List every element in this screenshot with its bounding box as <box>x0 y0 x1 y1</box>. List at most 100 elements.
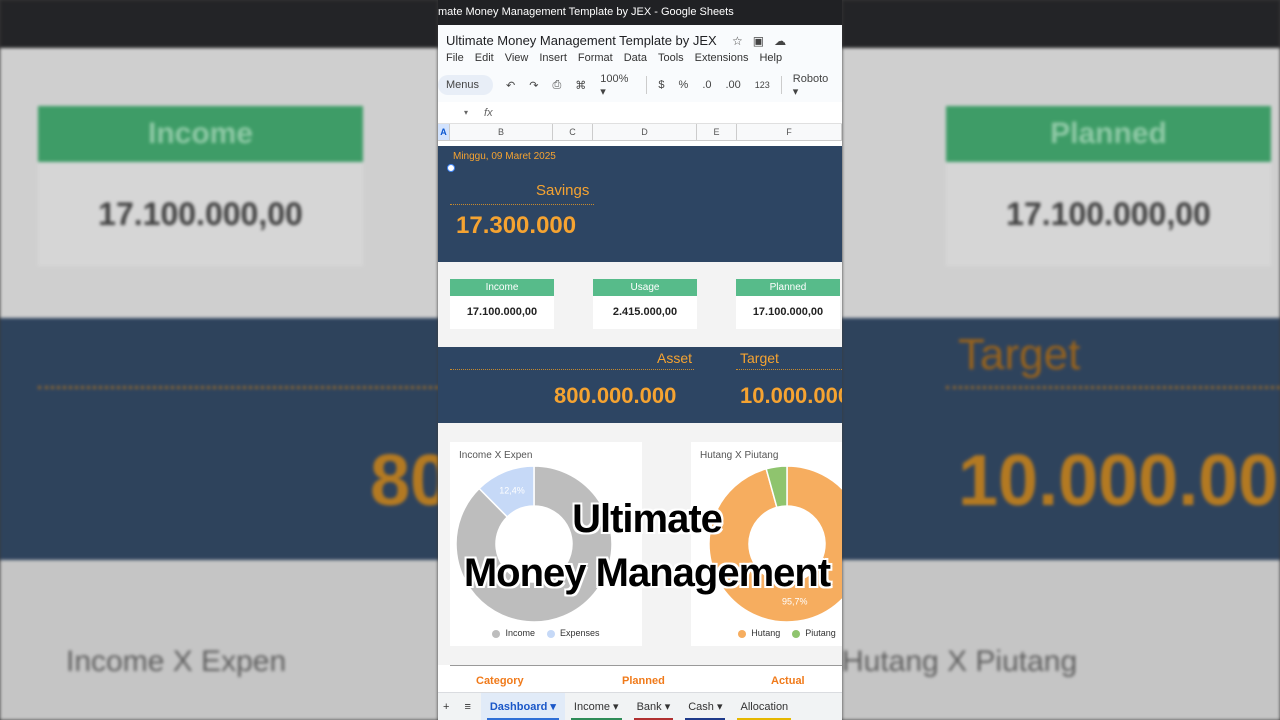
tab-bank[interactable]: Bank ▾ <box>628 693 680 720</box>
more-formats-button[interactable]: 123 <box>748 80 777 90</box>
sheet-tab-bar: + ≡ Dashboard ▾ Income ▾ Bank ▾ Cash ▾ A… <box>438 692 842 720</box>
legend-item: Expenses <box>546 628 600 638</box>
summary-cards: Income 17.100.000,00 Usage 2.415.000,00 … <box>438 262 842 347</box>
all-sheets-icon[interactable]: ≡ <box>454 693 480 720</box>
font-select[interactable]: Roboto ▾ <box>786 73 842 98</box>
bg-chart-label-left: Income X Expen <box>66 645 287 678</box>
legend-item: Income <box>492 628 535 638</box>
bg-income-value: 17.100.000,00 <box>38 162 363 266</box>
tab-dashboard[interactable]: Dashboard ▾ <box>480 692 565 720</box>
bg-planned-header: Planned <box>946 106 1271 162</box>
legend-item: Piutang <box>792 628 836 638</box>
print-icon[interactable]: ⎙ <box>545 79 568 92</box>
decrease-decimal-button[interactable]: .0 <box>695 79 718 91</box>
target-label: Target <box>740 350 779 366</box>
usage-card: Usage 2.415.000,00 <box>593 279 697 329</box>
toolbar: Menus ↶ ↷ ⎙ ⌘ 100% ▾ $ % .0 .00 123 Robo… <box>438 68 842 102</box>
usage-card-label: Usage <box>593 279 697 296</box>
menu-edit[interactable]: Edit <box>475 52 494 64</box>
header-actual: Actual <box>771 675 805 687</box>
col-header-a[interactable]: A <box>438 124 450 140</box>
cloud-icon[interactable]: ☁ <box>774 34 786 48</box>
zoom-value: 100% <box>600 72 629 85</box>
bg-asset-partial: 80 <box>370 441 438 521</box>
background-left-panel: Income 17.100.000,00 80 Income X Expen <box>0 0 438 720</box>
planned-card-label: Planned <box>736 279 840 296</box>
background-right-panel: Planned 17.100.000,00 Target 10.000.00 H… <box>842 0 1280 720</box>
header-planned: Planned <box>622 675 665 687</box>
chart-legend: Income Expenses <box>450 628 642 638</box>
asset-target-section: Asset 800.000.000 Target 10.000.000 <box>438 347 842 423</box>
legend-label: Hutang <box>751 628 781 638</box>
star-icon[interactable]: ☆ <box>732 34 743 48</box>
menu-data[interactable]: Data <box>624 52 647 64</box>
font-value: Roboto <box>792 72 829 85</box>
menu-file[interactable]: File <box>446 52 464 64</box>
column-headers: A B C D E F <box>438 124 842 141</box>
tab-label: Allocation <box>740 700 789 713</box>
percent-button[interactable]: % <box>672 79 696 91</box>
tab-label: Dashboard <box>489 700 548 713</box>
tab-income[interactable]: Income ▾ <box>565 693 628 720</box>
tab-cash[interactable]: Cash ▾ <box>679 693 731 720</box>
col-header-b[interactable]: B <box>450 124 553 140</box>
col-header-d[interactable]: D <box>593 124 697 140</box>
legend-item: Hutang <box>738 628 780 638</box>
fx-icon: fx <box>484 106 493 119</box>
asset-value: 800.000.000 <box>554 383 677 408</box>
legend-label: Income <box>505 628 535 638</box>
menu-extensions[interactable]: Extensions <box>695 52 749 64</box>
savings-value: 17.300.000 <box>456 212 577 239</box>
tab-label: Cash <box>688 700 714 713</box>
sheets-window: mate Money Management Template by JEX - … <box>438 0 842 720</box>
window-titlebar: mate Money Management Template by JEX - … <box>438 0 842 25</box>
category-table-header: Category Planned Actual <box>438 665 842 689</box>
caption-line-1: Ultimate <box>572 497 723 541</box>
col-header-f[interactable]: F <box>737 124 842 140</box>
menu-help[interactable]: Help <box>759 52 782 64</box>
tab-label: Bank <box>636 700 662 713</box>
menus-search-button[interactable]: Menus <box>438 75 494 95</box>
menu-bar: File Edit View Insert Format Data Tools … <box>446 52 842 64</box>
chart-legend: Hutang Piutang <box>691 628 842 638</box>
income-card-value: 17.100.000,00 <box>466 306 538 318</box>
menu-tools[interactable]: Tools <box>658 52 684 64</box>
legend-label: Piutang <box>805 628 836 638</box>
menu-view[interactable]: View <box>505 52 529 64</box>
paint-format-icon[interactable]: ⌘ <box>568 79 593 92</box>
date-label: Minggu, 09 Maret 2025 <box>453 151 556 162</box>
redo-icon[interactable]: ↷ <box>522 79 545 92</box>
tab-allocation[interactable]: Allocation <box>731 693 797 720</box>
menu-insert[interactable]: Insert <box>539 52 567 64</box>
bg-income-header: Income <box>38 106 363 162</box>
caption-line-2: Money Management <box>463 551 831 595</box>
currency-button[interactable]: $ <box>651 79 671 91</box>
video-caption-overlay: Ultimate Money Management <box>438 492 856 600</box>
cell-selection-handle[interactable] <box>447 164 455 172</box>
income-card: Income 17.100.000,00 <box>450 279 554 329</box>
col-header-c[interactable]: C <box>553 124 593 140</box>
savings-section: Minggu, 09 Maret 2025 Savings 17.300.000 <box>438 146 842 262</box>
usage-card-value: 2.415.000,00 <box>612 306 678 318</box>
add-sheet-icon[interactable]: + <box>438 693 454 720</box>
menu-format[interactable]: Format <box>578 52 613 64</box>
formula-bar: ▾ fx <box>438 102 842 124</box>
legend-label: Expenses <box>559 628 600 638</box>
asset-label: Asset <box>657 350 693 366</box>
bg-target-label: Target <box>958 330 1081 379</box>
bg-target-value: 10.000.00 <box>958 441 1279 521</box>
planned-card-value: 17.100.000,00 <box>752 306 824 318</box>
increase-decimal-button[interactable]: .00 <box>719 79 748 91</box>
move-folder-icon[interactable]: ▣ <box>753 34 764 48</box>
planned-card: Planned 17.100.000,00 <box>736 279 840 329</box>
bg-planned-value: 17.100.000,00 <box>946 162 1271 266</box>
name-box-dropdown-icon[interactable]: ▾ <box>464 108 468 117</box>
tab-label: Income <box>573 700 610 713</box>
income-card-label: Income <box>450 279 554 296</box>
col-header-e[interactable]: E <box>697 124 737 140</box>
header-category: Category <box>476 675 524 687</box>
doc-header: Ultimate Money Management Template by JE… <box>438 25 842 68</box>
zoom-select[interactable]: 100% ▾ <box>593 73 642 98</box>
undo-icon[interactable]: ↶ <box>499 79 522 92</box>
bg-chart-label-right: Hutang X Piutang <box>842 645 1078 678</box>
